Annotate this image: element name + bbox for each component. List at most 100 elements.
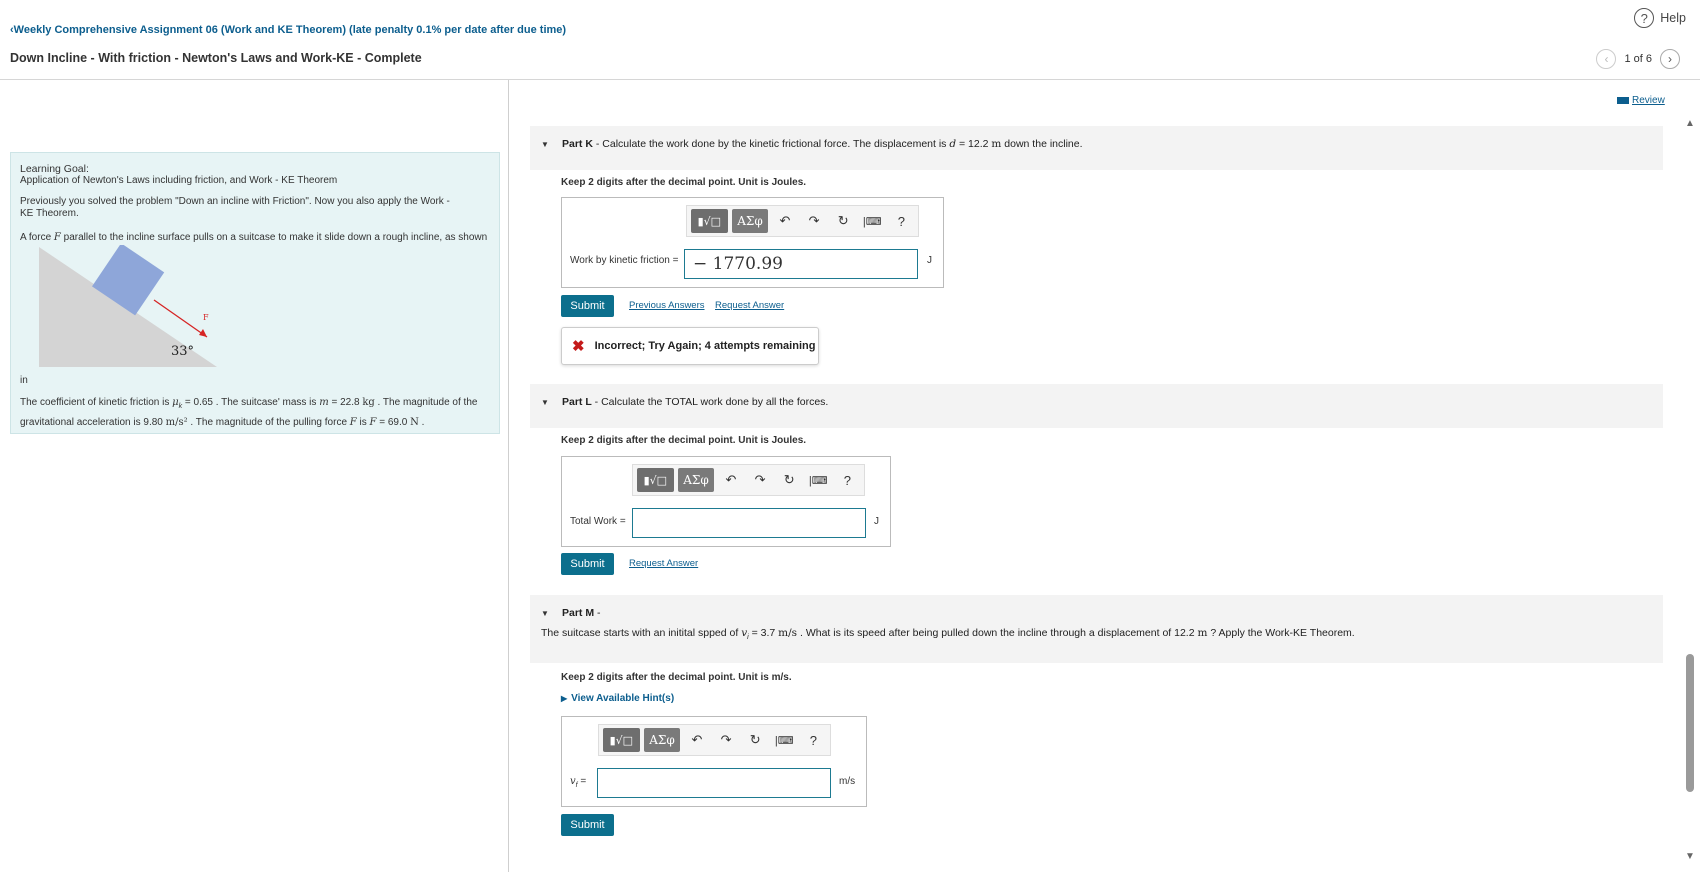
part-k-meter-unit: m [991,138,1002,150]
part-m-title-suffix: - [594,607,601,619]
part-m-answer-input[interactable] [597,768,831,798]
learning-goal-heading: Learning Goal: [20,163,89,175]
previous-problem-text: Previously you solved the problem "Down … [20,196,450,219]
newton-unit: N [410,417,419,428]
part-k-math-toolbar: ▮√□ ΑΣφ ↶ ↷ ↻ |⌨ ? [686,205,919,237]
part-k-title: Part K [562,138,593,150]
part-m-collapse-icon[interactable]: ▼ [541,609,549,618]
force-prefix: A force [20,232,54,243]
prev-problem-button[interactable]: ‹ [1596,49,1617,69]
speed-unit: m/s [778,627,798,639]
coef-e: . The magnitude of the pulling force [187,417,350,428]
view-hints-link[interactable]: ▶ View Available Hint(s) [561,693,674,704]
review-label: Review [1632,95,1665,106]
part-l-collapse-icon[interactable]: ▼ [541,398,549,407]
scroll-thumb[interactable] [1686,654,1694,792]
previous-answers-link[interactable]: Previous Answers [629,300,705,311]
undo-icon[interactable]: ↶ [772,209,797,233]
learning-goal-panel: Learning Goal: Application of Newton's L… [10,152,500,434]
review-link[interactable]: Review [1617,95,1665,106]
incline-diagram: F 33° [39,245,217,367]
coef-c: = 22.8 [328,397,363,408]
reset-icon[interactable]: ↻ [777,468,802,492]
part-l-prompt: Part L - Calculate the TOTAL work done b… [562,396,828,408]
reset-icon[interactable]: ↻ [831,209,856,233]
templates-button[interactable]: ▮√□ [691,209,728,233]
part-k-header[interactable]: ▼ Part K - Calculate the work done by th… [530,126,1663,170]
part-m-answer-box: ▮√□ ΑΣφ ↶ ↷ ↻ |⌨ ? vf = m/s [561,716,867,807]
redo-icon[interactable]: ↷ [748,468,773,492]
part-l-math-toolbar: ▮√□ ΑΣφ ↶ ↷ ↻ |⌨ ? [632,464,865,496]
chevron-left-icon: ‹ [1604,52,1609,66]
part-l-unit: J [874,516,879,527]
header-bar: ‹ Weekly Comprehensive Assignment 06 (Wor… [0,0,1700,80]
part-k-answer-input[interactable]: − 1770.99 [684,249,918,279]
part-k-text-c: down the incline. [1001,138,1083,150]
in-text: in [20,375,28,386]
reset-icon[interactable]: ↻ [743,728,768,752]
hint-label: View Available Hint(s) [571,693,675,704]
coef-f: is [356,417,370,428]
part-k-collapse-icon[interactable]: ▼ [541,140,549,149]
keyboard-icon[interactable]: |⌨ [806,468,831,492]
force-description: A force F parallel to the incline surfac… [20,232,487,243]
part-m-title: Part M [562,607,595,619]
assignment-link-text: Weekly Comprehensive Assignment 06 (Work… [13,24,567,36]
feedback-text: Incorrect; Try Again; 4 attempts remaini… [594,340,816,352]
part-l-text: - Calculate the TOTAL work done by all t… [591,396,829,408]
part-l-answer-input[interactable] [632,508,866,538]
scroll-up-arrow-icon[interactable]: ▲ [1685,118,1695,129]
greek-symbols-button[interactable]: ΑΣφ [731,209,769,233]
undo-icon[interactable]: ↶ [718,468,743,492]
force-suffix: parallel to the incline surface pulls on… [60,232,488,243]
toolbar-help-icon[interactable]: ? [801,728,826,752]
part-m-desc-a: The suitcase starts with an initital spp… [541,627,742,639]
part-m-desc-c: . What is its speed after being pulled d… [797,627,1198,639]
problem-title: Down Incline - With friction - Newton's … [10,51,422,65]
coef-h: . [418,417,425,428]
part-k-submit-button[interactable]: Submit [561,295,614,317]
accel-unit: m/s² [165,417,188,428]
part-l-answer-box: ▮√□ ΑΣφ ↶ ↷ ↻ |⌨ ? Total Work = J [561,456,891,547]
coef-g: = 69.0 [376,417,411,428]
pane-divider[interactable] [508,80,509,872]
templates-button[interactable]: ▮√□ [637,468,674,492]
part-k-request-answer-link[interactable]: Request Answer [715,300,784,311]
part-k-answer-box: ▮√□ ΑΣφ ↶ ↷ ↻ |⌨ ? Work by kinetic frict… [561,197,944,288]
redo-icon[interactable]: ↷ [714,728,739,752]
toolbar-help-icon[interactable]: ? [835,468,860,492]
help-link[interactable]: ? Help [1634,8,1686,28]
part-m-desc-b: = 3.7 [748,627,779,639]
part-m-instructions: Keep 2 digits after the decimal point. U… [561,672,792,683]
part-l-submit-button[interactable]: Submit [561,553,614,575]
part-m-prompt: The suitcase starts with an initital spp… [541,627,1355,641]
undo-icon[interactable]: ↶ [684,728,709,752]
greek-symbols-button[interactable]: ΑΣφ [677,468,715,492]
force-symbol: F [349,417,357,428]
redo-icon[interactable]: ↷ [802,209,827,233]
help-label: Help [1660,11,1686,25]
part-l-header[interactable]: ▼ Part L - Calculate the TOTAL work done… [530,384,1663,428]
greek-symbols-button[interactable]: ΑΣφ [643,728,681,752]
scroll-down-arrow-icon[interactable]: ▼ [1685,851,1695,862]
part-k-text-b: = 12.2 [956,138,992,150]
coef-b: = 0.65 . The suitcase' mass is [182,397,320,408]
keyboard-icon[interactable]: |⌨ [772,728,797,752]
part-k-answer-label: Work by kinetic friction = [570,255,679,266]
incline-angle-label: 33° [171,344,194,359]
toolbar-help-icon[interactable]: ? [889,209,914,233]
templates-button[interactable]: ▮√□ [603,728,640,752]
keyboard-icon[interactable]: |⌨ [860,209,885,233]
mass-symbol: m [319,397,329,408]
part-k-text-a: - Calculate the work done by the kinetic… [592,138,950,150]
help-circle-icon: ? [1634,8,1655,28]
part-l-request-answer-link[interactable]: Request Answer [629,558,698,569]
part-k-unit: J [927,255,932,266]
part-m-header[interactable]: ▼ Part M - The suitcase starts with an i… [530,595,1663,663]
next-problem-button[interactable]: › [1660,49,1680,69]
assignment-back-link[interactable]: ‹Weekly Comprehensive Assignment 06 (Wor… [10,24,566,36]
part-m-submit-button[interactable]: Submit [561,814,614,836]
content-scrollbar[interactable]: ▲ ▼ [1683,112,1697,862]
vf-equals: = [577,776,587,787]
incorrect-x-icon: ✖ [572,338,585,355]
